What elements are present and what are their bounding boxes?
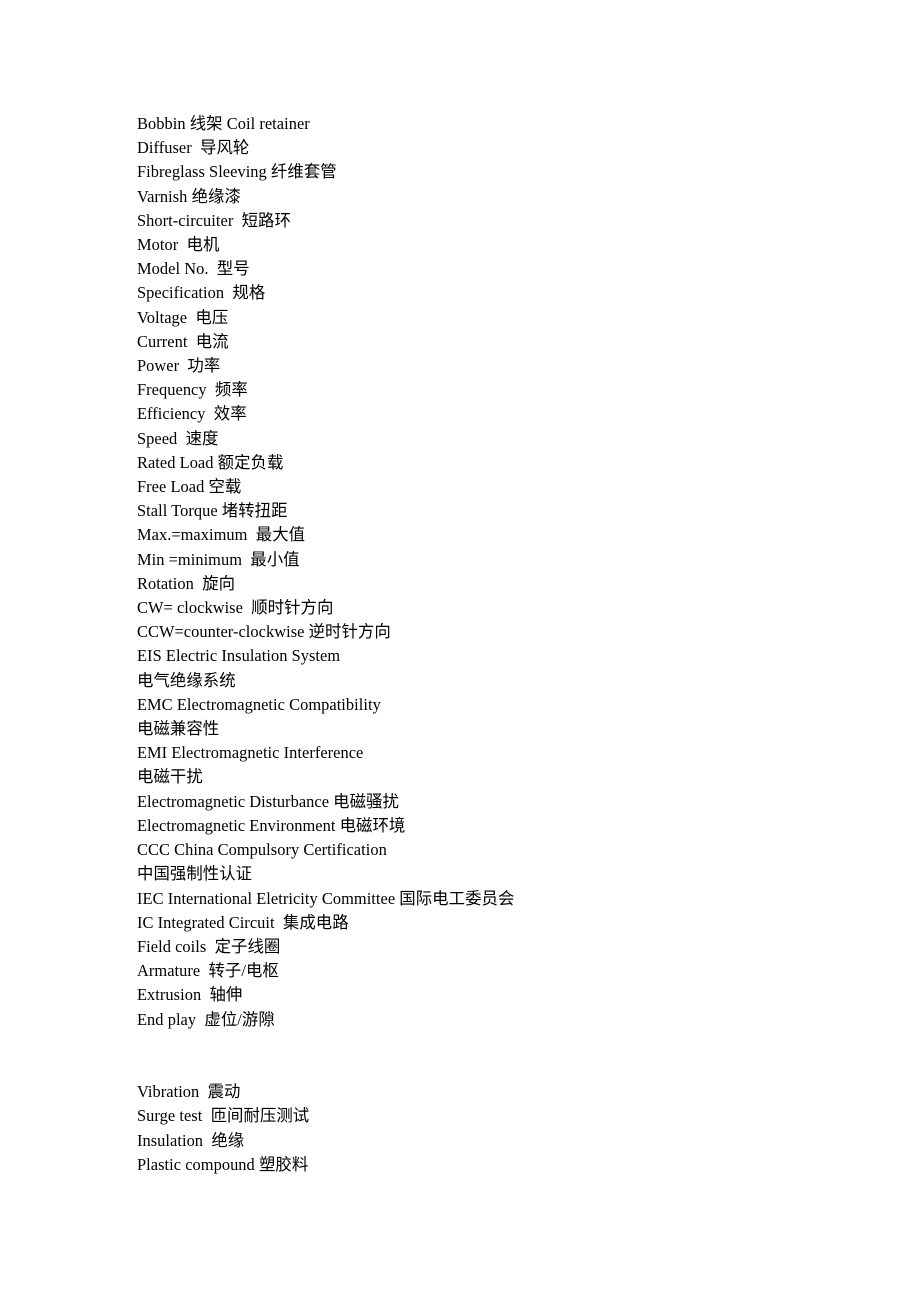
glossary-line: Current 电流 bbox=[137, 331, 229, 351]
glossary-line: CCW=counter-clockwise 逆时针方向 bbox=[137, 622, 391, 642]
glossary-line: Vibration 震动 bbox=[137, 1082, 241, 1102]
glossary-line: 中国强制性认证 bbox=[137, 864, 253, 884]
glossary-line: CW= clockwise 顺时针方向 bbox=[137, 598, 334, 618]
glossary-line: Extrusion 轴伸 bbox=[137, 985, 243, 1005]
glossary-line: Insulation 绝缘 bbox=[137, 1130, 245, 1150]
document-page: Bobbin 线架 Coil retainer Diffuser 导风轮 Fib… bbox=[0, 0, 920, 1302]
glossary-line: 电磁兼容性 bbox=[137, 719, 220, 739]
glossary-line: Max.=maximum 最大值 bbox=[137, 525, 306, 545]
glossary-line: Rotation 旋向 bbox=[137, 573, 236, 593]
document-text-body: Bobbin 线架 Coil retainer Diffuser 导风轮 Fib… bbox=[137, 112, 837, 1177]
glossary-line: Specification 规格 bbox=[137, 283, 266, 303]
glossary-line: Armature 转子/电枢 bbox=[137, 961, 279, 981]
glossary-line: Frequency 频率 bbox=[137, 380, 248, 400]
glossary-line: Speed 速度 bbox=[137, 428, 219, 448]
glossary-line: Min =minimum 最小值 bbox=[137, 549, 300, 569]
glossary-block-1: Bobbin 线架 Coil retainer Diffuser 导风轮 Fib… bbox=[137, 112, 837, 1032]
glossary-line: Efficiency 效率 bbox=[137, 404, 247, 424]
glossary-line: EMC Electromagnetic Compatibility bbox=[137, 694, 381, 714]
glossary-block-2: Vibration 震动 Surge test 匝间耐压测试 Insulatio… bbox=[137, 1080, 837, 1177]
glossary-line: 电气绝缘系统 bbox=[137, 670, 236, 690]
glossary-line: Motor 电机 bbox=[137, 235, 220, 255]
glossary-line: Bobbin 线架 Coil retainer bbox=[137, 114, 310, 133]
glossary-line: Power 功率 bbox=[137, 356, 221, 376]
glossary-line: Diffuser 导风轮 bbox=[137, 138, 250, 158]
glossary-line: CCC China Compulsory Certification bbox=[137, 840, 387, 860]
glossary-line: Model No. 型号 bbox=[137, 259, 250, 279]
glossary-line: Voltage 电压 bbox=[137, 307, 229, 327]
glossary-line: Stall Torque 堵转扭距 bbox=[137, 501, 288, 521]
glossary-line: 电磁干扰 bbox=[137, 767, 203, 787]
glossary-line: End play 虚位/游隙 bbox=[137, 1009, 275, 1029]
glossary-line: IC Integrated Circuit 集成电路 bbox=[137, 912, 349, 932]
glossary-line: Free Load 空载 bbox=[137, 477, 242, 497]
glossary-line: Field coils 定子线圈 bbox=[137, 936, 281, 956]
glossary-line: EIS Electric Insulation System bbox=[137, 646, 341, 666]
glossary-line: Fibreglass Sleeving 纤维套管 bbox=[137, 162, 337, 182]
glossary-line: Electromagnetic Disturbance 电磁骚扰 bbox=[137, 791, 399, 811]
glossary-line: Short-circuiter 短路环 bbox=[137, 210, 291, 230]
glossary-line: IEC International Eletricity Committee 国… bbox=[137, 888, 515, 908]
glossary-line: Electromagnetic Environment 电磁环境 bbox=[137, 815, 406, 835]
glossary-line: Plastic compound 塑胶料 bbox=[137, 1154, 309, 1174]
glossary-line: Rated Load 额定负载 bbox=[137, 452, 284, 472]
glossary-line: Varnish 绝缘漆 bbox=[137, 186, 241, 206]
glossary-line: Surge test 匝间耐压测试 bbox=[137, 1106, 310, 1126]
glossary-line: EMI Electromagnetic Interference bbox=[137, 743, 364, 763]
